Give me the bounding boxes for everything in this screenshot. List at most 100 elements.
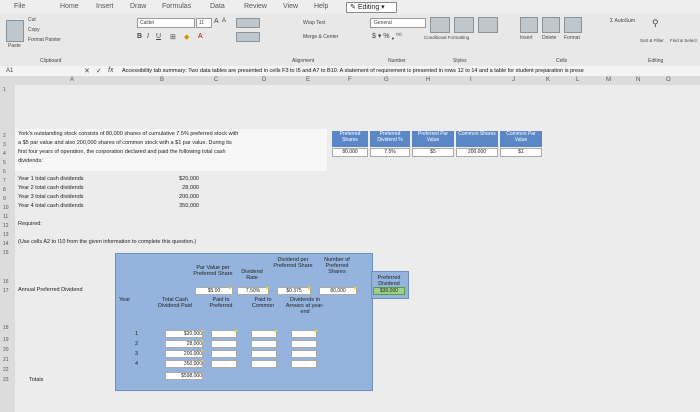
tab-help[interactable]: Help [314,3,328,10]
paid-to-common-cell[interactable] [251,340,277,348]
format-as-table-icon[interactable] [454,17,474,33]
font-size-select[interactable]: 11 [196,18,212,28]
number-of-shares-cell[interactable]: 80,000 [319,287,357,295]
paid-to-common-cell[interactable] [251,360,277,368]
cut-button[interactable]: Cut [28,17,36,23]
confirm-icon[interactable]: ✓ [96,67,102,75]
col-header-h[interactable]: H [426,77,430,83]
col-header-k[interactable]: K [546,77,550,83]
name-box[interactable]: A1 [6,68,13,74]
paid-to-preferred-cell[interactable] [211,340,237,348]
table-value-cell[interactable]: 7.5% [370,148,410,157]
dividend-value[interactable]: $20,000 [155,176,199,182]
row-header[interactable]: 20 [3,347,9,353]
col-header-a[interactable]: A [70,77,74,83]
arrears-cell[interactable] [291,330,317,338]
insert-cells-icon[interactable] [520,17,538,33]
row-header[interactable]: 21 [3,357,9,363]
dividend-value[interactable]: 350,000 [155,203,199,209]
row-header[interactable]: 23 [3,377,9,383]
delete-button[interactable]: Delete [542,35,556,41]
merge-center-button[interactable]: Merge & Center [303,34,338,40]
format-button[interactable]: Format [564,35,580,41]
total-sum-cell[interactable]: $598,000 [165,372,203,380]
dividend-rate-cell[interactable]: 7.50% [237,287,269,295]
tab-insert[interactable]: Insert [96,3,114,10]
col-header-j[interactable]: J [512,77,515,83]
row-header[interactable]: 15 [3,250,9,256]
align-left-icon[interactable] [236,32,260,42]
underline-button[interactable]: U [156,33,161,40]
paid-to-preferred-cell[interactable] [211,360,237,368]
arrears-cell[interactable] [291,340,317,348]
formula-input[interactable]: Accessibility tab summary: Two data tabl… [122,68,700,74]
row-header[interactable]: 10 [3,205,9,211]
dividend-value[interactable]: 28,000 [155,185,199,191]
par-value-cell[interactable]: $5.00 [195,287,233,295]
col-header-d[interactable]: D [262,77,266,83]
row-header[interactable]: 14 [3,241,9,247]
copy-button[interactable]: Copy [28,27,40,33]
fill-color-icon[interactable]: ◆ [184,33,189,41]
tab-review[interactable]: Review [244,3,267,10]
tab-file[interactable]: File [14,3,25,10]
row-header[interactable]: 5 [3,160,6,166]
col-header-n[interactable]: N [636,77,640,83]
col-header-o[interactable]: O [666,77,671,83]
table-value-cell[interactable]: 80,000 [332,148,368,157]
autosum-button[interactable]: Σ AutoSum [610,18,635,24]
table-value-cell[interactable]: $1 [500,148,542,157]
format-painter-button[interactable]: Format Painter [28,37,61,43]
col-header-c[interactable]: C [214,77,218,83]
row-header[interactable]: 17 [3,288,9,294]
sort-filter-button[interactable]: Sort & Filter [640,38,664,43]
row-header[interactable]: 2 [3,133,6,139]
italic-button[interactable]: I [147,33,149,40]
paid-to-preferred-cell[interactable] [211,350,237,358]
row-header[interactable]: 8 [3,187,6,193]
total-cash-cell[interactable]: $20,000 [165,330,203,338]
col-header-l[interactable]: L [576,77,579,83]
arrears-cell[interactable] [291,360,317,368]
row-header[interactable]: 16 [3,279,9,285]
col-header-e[interactable]: E [306,77,310,83]
currency-format-icon[interactable]: $ ▾ % ❟ ⁰⁰ [372,32,402,41]
cancel-icon[interactable]: ✕ [84,67,90,75]
row-header[interactable]: 12 [3,223,9,229]
row-header[interactable]: 13 [3,232,9,238]
tab-draw[interactable]: Draw [130,3,146,10]
row-header[interactable]: 3 [3,142,6,148]
col-header-b[interactable]: B [160,77,164,83]
preferred-dividend-cell[interactable]: $30,000 [373,287,405,295]
format-cells-icon[interactable] [564,17,582,33]
find-select-button[interactable]: Find & Select [670,38,697,43]
col-header-f[interactable]: F [348,77,352,83]
table-value-cell[interactable]: 200,000 [456,148,498,157]
total-cash-cell[interactable]: 28,000 [165,340,203,348]
row-header[interactable]: 4 [3,151,6,157]
paste-icon[interactable] [6,20,24,42]
borders-icon[interactable]: ⊞ [170,33,176,41]
table-value-cell[interactable]: $5 [412,148,454,157]
font-grow-icon[interactable]: A [214,18,219,25]
font-shrink-icon[interactable]: A [222,18,226,24]
row-header[interactable]: 18 [3,325,9,331]
number-format-select[interactable]: General [370,18,426,28]
paid-to-preferred-cell[interactable] [211,330,237,338]
arrears-cell[interactable] [291,350,317,358]
worksheet-grid[interactable]: York's outstanding stock consists of 80,… [15,85,700,412]
row-header[interactable]: 11 [3,214,8,220]
paid-to-common-cell[interactable] [251,330,277,338]
editing-mode-button[interactable]: ✎ Editing ▾ [346,2,397,13]
wrap-text-button[interactable]: Wrap Text [303,20,325,26]
font-color-icon[interactable]: A [198,33,203,40]
function-icon[interactable]: fx [108,67,113,74]
col-header-g[interactable]: G [384,77,389,83]
delete-cells-icon[interactable] [542,17,560,33]
dividend-value[interactable]: 200,000 [155,194,199,200]
conditional-formatting-icon[interactable] [430,17,450,33]
row-header[interactable]: 7 [3,178,6,184]
align-top-icon[interactable] [236,18,260,28]
dividend-per-share-cell[interactable]: $0.375 [277,287,311,295]
total-cash-cell[interactable]: 350,000 [165,360,203,368]
